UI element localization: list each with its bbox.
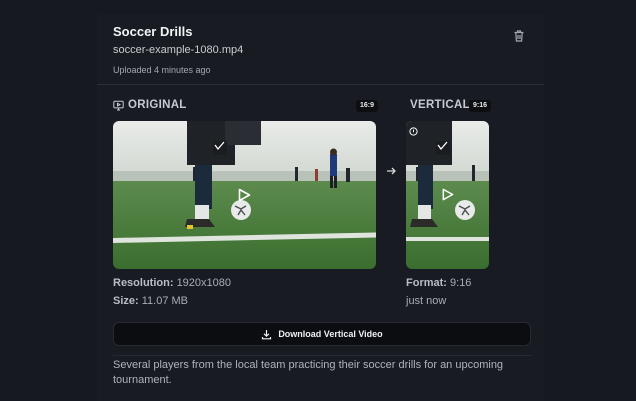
header-divider xyxy=(97,84,544,85)
video-title: Soccer Drills xyxy=(113,24,193,39)
size-value: 11.07 MB xyxy=(141,295,189,307)
converted-time: just now xyxy=(406,295,447,307)
file-name: soccer-example-1080.mp4 xyxy=(113,44,244,56)
size-key: Size: xyxy=(113,295,139,307)
vertical-video[interactable] xyxy=(406,121,489,269)
resolution-info: Resolution: 1920x1080 xyxy=(113,277,231,289)
vertical-ratio-badge: 9:16 xyxy=(469,100,492,112)
screen-icon xyxy=(113,100,124,111)
download-vertical-button[interactable]: Download Vertical Video xyxy=(113,322,531,346)
original-label: ORIGINAL xyxy=(128,99,187,111)
original-video[interactable] xyxy=(113,121,376,269)
resolution-value: 1920x1080 xyxy=(176,277,232,289)
description-divider xyxy=(113,355,531,356)
resolution-key: Resolution: xyxy=(113,277,174,289)
format-info: Format: 9:16 xyxy=(406,277,471,289)
original-ratio-badge: 16:9 xyxy=(356,100,379,112)
vertical-label: VERTICAL xyxy=(410,99,470,111)
format-value: 9:16 xyxy=(450,277,472,289)
size-info: Size: 11.07 MB xyxy=(113,295,188,307)
play-icon[interactable] xyxy=(237,188,251,202)
play-icon[interactable] xyxy=(441,188,454,201)
trash-icon[interactable] xyxy=(512,29,526,43)
video-description: Several players from the local team prac… xyxy=(113,359,504,386)
format-key: Format: xyxy=(406,277,447,289)
download-label: Download Vertical Video xyxy=(278,329,383,339)
upload-time: Uploaded 4 minutes ago xyxy=(113,65,211,75)
info-icon xyxy=(409,127,418,136)
arrow-right-icon xyxy=(387,167,396,175)
download-icon xyxy=(262,329,272,339)
